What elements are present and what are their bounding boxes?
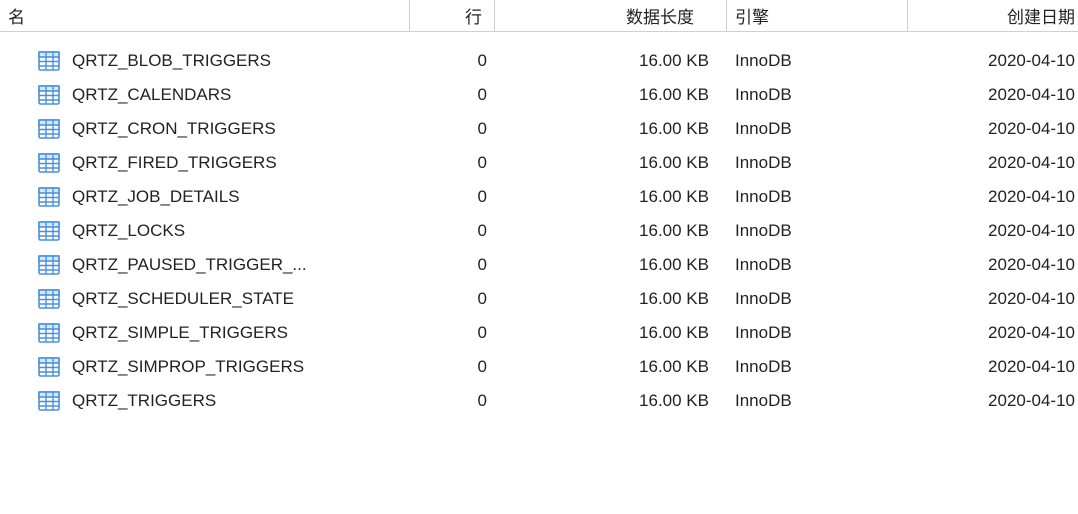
cell-rows: 0	[410, 78, 495, 112]
header-name[interactable]: 名	[0, 0, 410, 31]
cell-data-length: 16.00 KB	[495, 44, 727, 78]
table-rows-container: QRTZ_BLOB_TRIGGERS016.00 KBInnoDB2020-04…	[0, 44, 1078, 418]
cell-data-length: 16.00 KB	[495, 112, 727, 146]
cell-rows: 0	[410, 112, 495, 146]
cell-name[interactable]: QRTZ_TRIGGERS	[0, 384, 410, 418]
table-row[interactable]: QRTZ_TRIGGERS 016.00 KBInnoDB2020-04-10	[0, 384, 1078, 418]
cell-data-length: 16.00 KB	[495, 316, 727, 350]
header-engine[interactable]: 引擎	[727, 0, 907, 31]
cell-data-length: 16.00 KB	[495, 248, 727, 282]
table-icon	[38, 119, 60, 139]
table-name-label: QRTZ_CRON_TRIGGERS	[72, 119, 276, 139]
cell-data-length: 16.00 KB	[495, 214, 727, 248]
cell-engine: InnoDB	[727, 248, 907, 282]
cell-engine: InnoDB	[727, 112, 907, 146]
cell-data-length: 16.00 KB	[495, 180, 727, 214]
cell-engine: InnoDB	[727, 282, 907, 316]
cell-rows: 0	[410, 282, 495, 316]
cell-created-date: 2020-04-10	[907, 248, 1075, 282]
cell-data-length: 16.00 KB	[495, 350, 727, 384]
cell-name[interactable]: QRTZ_JOB_DETAILS	[0, 180, 410, 214]
table-icon	[38, 289, 60, 309]
cell-name[interactable]: QRTZ_CRON_TRIGGERS	[0, 112, 410, 146]
table-name-label: QRTZ_BLOB_TRIGGERS	[72, 51, 271, 71]
table-name-label: QRTZ_PAUSED_TRIGGER_...	[72, 255, 307, 275]
table-row[interactable]: QRTZ_SCHEDULER_STATE 016.00 KBInnoDB2020-…	[0, 282, 1078, 316]
cell-rows: 0	[410, 248, 495, 282]
table-row[interactable]: QRTZ_SIMPLE_TRIGGERS 016.00 KBInnoDB2020-…	[0, 316, 1078, 350]
table-icon	[38, 85, 60, 105]
table-icon	[38, 187, 60, 207]
cell-name[interactable]: QRTZ_SIMPROP_TRIGGERS	[0, 350, 410, 384]
table-name-label: QRTZ_SIMPROP_TRIGGERS	[72, 357, 304, 377]
cell-rows: 0	[410, 350, 495, 384]
header-created-date[interactable]: 创建日期	[907, 0, 1075, 31]
cell-created-date: 2020-04-10	[907, 180, 1075, 214]
table-header-row: 名 行 数据长度 引擎 创建日期	[0, 0, 1078, 32]
cell-rows: 0	[410, 44, 495, 78]
table-name-label: QRTZ_LOCKS	[72, 221, 185, 241]
cell-data-length: 16.00 KB	[495, 146, 727, 180]
cell-data-length: 16.00 KB	[495, 384, 727, 418]
cell-created-date: 2020-04-10	[907, 112, 1075, 146]
table-icon	[38, 153, 60, 173]
table-name-label: QRTZ_JOB_DETAILS	[72, 187, 240, 207]
header-data-length[interactable]: 数据长度	[495, 0, 727, 31]
cell-created-date: 2020-04-10	[907, 78, 1075, 112]
cell-name[interactable]: QRTZ_FIRED_TRIGGERS	[0, 146, 410, 180]
cell-created-date: 2020-04-10	[907, 282, 1075, 316]
cell-rows: 0	[410, 384, 495, 418]
table-icon	[38, 323, 60, 343]
cell-name[interactable]: QRTZ_BLOB_TRIGGERS	[0, 44, 410, 78]
cell-created-date: 2020-04-10	[907, 316, 1075, 350]
cell-engine: InnoDB	[727, 214, 907, 248]
cell-rows: 0	[410, 180, 495, 214]
cell-engine: InnoDB	[727, 180, 907, 214]
cell-rows: 0	[410, 316, 495, 350]
table-icon	[38, 391, 60, 411]
cell-rows: 0	[410, 146, 495, 180]
cell-engine: InnoDB	[727, 44, 907, 78]
cell-data-length: 16.00 KB	[495, 78, 727, 112]
cell-engine: InnoDB	[727, 384, 907, 418]
cell-created-date: 2020-04-10	[907, 146, 1075, 180]
cell-name[interactable]: QRTZ_SIMPLE_TRIGGERS	[0, 316, 410, 350]
table-row[interactable]: QRTZ_SIMPROP_TRIGGERS 016.00 KBInnoDB2020…	[0, 350, 1078, 384]
cell-engine: InnoDB	[727, 316, 907, 350]
table-icon	[38, 51, 60, 71]
cell-name[interactable]: QRTZ_SCHEDULER_STATE	[0, 282, 410, 316]
cell-name[interactable]: QRTZ_PAUSED_TRIGGER_...	[0, 248, 410, 282]
table-name-label: QRTZ_CALENDARS	[72, 85, 231, 105]
cell-name[interactable]: QRTZ_CALENDARS	[0, 78, 410, 112]
table-icon	[38, 255, 60, 275]
cell-created-date: 2020-04-10	[907, 214, 1075, 248]
cell-rows: 0	[410, 214, 495, 248]
table-row[interactable]: QRTZ_LOCKS 016.00 KBInnoDB2020-04-10	[0, 214, 1078, 248]
cell-engine: InnoDB	[727, 146, 907, 180]
table-name-label: QRTZ_SCHEDULER_STATE	[72, 289, 294, 309]
table-name-label: QRTZ_FIRED_TRIGGERS	[72, 153, 277, 173]
cell-created-date: 2020-04-10	[907, 350, 1075, 384]
cell-engine: InnoDB	[727, 78, 907, 112]
database-table-list: 名 行 数据长度 引擎 创建日期 QRTZ_BLOB_TRIGGERS016.0…	[0, 0, 1078, 418]
table-icon	[38, 221, 60, 241]
cell-engine: InnoDB	[727, 350, 907, 384]
cell-created-date: 2020-04-10	[907, 384, 1075, 418]
cell-name[interactable]: QRTZ_LOCKS	[0, 214, 410, 248]
table-row[interactable]: QRTZ_FIRED_TRIGGERS 016.00 KBInnoDB2020-0…	[0, 146, 1078, 180]
table-name-label: QRTZ_TRIGGERS	[72, 391, 216, 411]
table-row[interactable]: QRTZ_JOB_DETAILS 016.00 KBInnoDB2020-04-1…	[0, 180, 1078, 214]
table-row[interactable]: QRTZ_PAUSED_TRIGGER_... 016.00 KBInnoDB20…	[0, 248, 1078, 282]
table-name-label: QRTZ_SIMPLE_TRIGGERS	[72, 323, 288, 343]
cell-data-length: 16.00 KB	[495, 282, 727, 316]
header-rows[interactable]: 行	[410, 0, 495, 31]
cell-created-date: 2020-04-10	[907, 44, 1075, 78]
table-icon	[38, 357, 60, 377]
table-row[interactable]: QRTZ_BLOB_TRIGGERS 016.00 KBInnoDB2020-04…	[0, 44, 1078, 78]
table-row[interactable]: QRTZ_CRON_TRIGGERS 016.00 KBInnoDB2020-04…	[0, 112, 1078, 146]
table-row[interactable]: QRTZ_CALENDARS 016.00 KBInnoDB2020-04-10	[0, 78, 1078, 112]
